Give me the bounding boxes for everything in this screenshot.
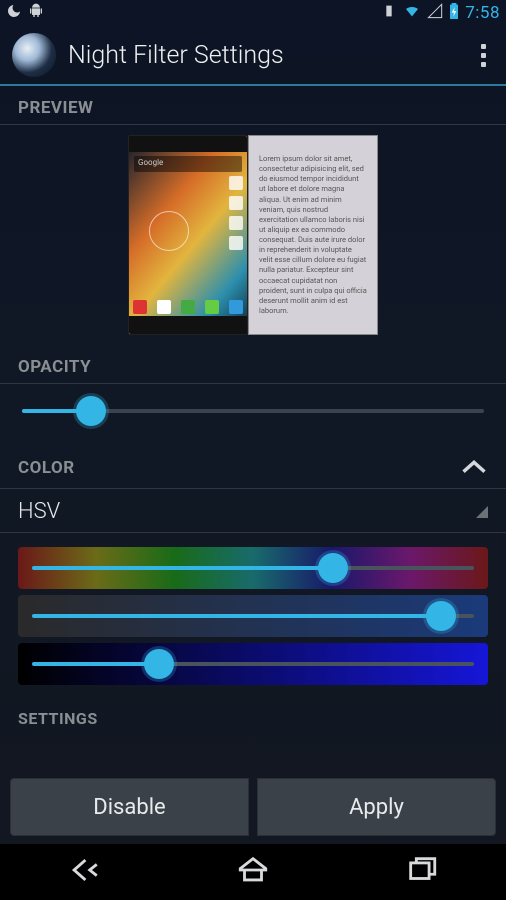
preview-search-widget: Google	[134, 156, 242, 172]
section-label: PREVIEW	[18, 98, 93, 118]
status-clock: 7:58	[465, 3, 500, 23]
preview-text: Lorem ipsum dolor sit amet, consectetur …	[248, 135, 378, 335]
section-label: COLOR	[18, 458, 75, 478]
spinner-triangle-icon	[476, 506, 488, 518]
vibrate-icon	[381, 3, 397, 23]
signal-icon	[427, 3, 443, 23]
overflow-menu-button[interactable]	[473, 36, 494, 75]
recents-button[interactable]	[405, 853, 439, 891]
section-header-color[interactable]: COLOR	[0, 442, 506, 489]
opacity-slider[interactable]	[22, 398, 484, 424]
action-bar: Night Filter Settings	[0, 26, 506, 86]
page-title: Night Filter Settings	[68, 41, 284, 70]
wifi-icon	[403, 3, 421, 23]
preview-area: Google Lorem ipsum dolor sit amet, conse…	[0, 125, 506, 345]
section-label: OPACITY	[18, 357, 91, 377]
section-header-settings[interactable]: SETTINGS	[0, 695, 506, 728]
hue-slider[interactable]	[18, 547, 488, 589]
navigation-bar	[0, 844, 506, 900]
home-button[interactable]	[236, 853, 270, 891]
app-icon	[12, 33, 56, 77]
chevron-up-icon	[460, 454, 488, 482]
battery-icon	[449, 3, 459, 23]
status-bar: 7:58	[0, 0, 506, 26]
saturation-slider[interactable]	[18, 595, 488, 637]
button-bar: Disable Apply	[10, 778, 496, 836]
moon-icon	[6, 3, 22, 23]
value-slider[interactable]	[18, 643, 488, 685]
color-mode-value: HSV	[18, 499, 60, 524]
section-header-preview: PREVIEW	[0, 86, 506, 125]
apply-button[interactable]: Apply	[257, 778, 496, 836]
section-header-opacity: OPACITY	[0, 345, 506, 384]
android-icon	[28, 3, 44, 23]
preview-phone: Google	[128, 135, 248, 335]
color-mode-spinner[interactable]: HSV	[0, 489, 506, 533]
back-button[interactable]	[67, 853, 101, 891]
disable-button[interactable]: Disable	[10, 778, 249, 836]
